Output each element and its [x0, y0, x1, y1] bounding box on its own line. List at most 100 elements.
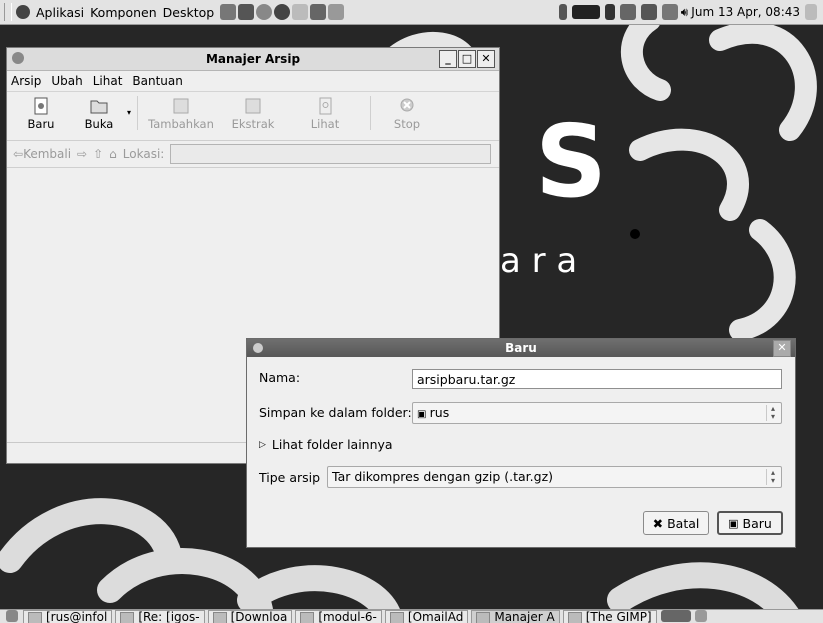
- task-downloads[interactable]: [Downloa: [207, 610, 293, 623]
- location-input[interactable]: [170, 144, 491, 164]
- gimp-icon: [567, 612, 582, 623]
- archive-type-combo[interactable]: Tar dikompres dengan gzip (.tar.gz) ▴ ▾: [327, 466, 782, 488]
- launcher-search-icon[interactable]: [220, 4, 237, 20]
- new-archive-label: Baru: [27, 117, 55, 131]
- name-input[interactable]: arsipbaru.tar.gz: [412, 369, 782, 389]
- task-archive-manager[interactable]: Manajer A: [471, 610, 560, 623]
- close-button[interactable]: ✕: [477, 50, 495, 68]
- task-terminal[interactable]: [rus@infol: [23, 610, 113, 623]
- task-modul[interactable]: [modul-6-: [295, 610, 382, 623]
- cancel-label: Batal: [667, 515, 700, 531]
- stop-label: Stop: [393, 117, 421, 131]
- menu-bantuan[interactable]: Bantuan: [132, 74, 182, 88]
- view-file-icon: [319, 97, 332, 115]
- add-files-icon: [173, 98, 189, 114]
- launcher-browser-icon[interactable]: [256, 4, 273, 20]
- archive-icon: [476, 612, 491, 623]
- toolbar-separator: [137, 96, 138, 130]
- task-omailad[interactable]: [OmailAd: [384, 610, 469, 623]
- task-label: [Re: [igos-: [138, 610, 200, 623]
- stop-button[interactable]: Stop: [379, 96, 435, 131]
- toolbar-separator: [370, 96, 371, 130]
- folder-combo-value: rus: [429, 405, 450, 420]
- menu-lihat[interactable]: Lihat: [93, 74, 123, 88]
- open-archive-label: Buka: [84, 117, 114, 131]
- create-button[interactable]: ▣ Baru: [717, 511, 783, 535]
- cpu-monitor-icon[interactable]: [604, 4, 615, 20]
- archive-type-value: Tar dikompres dengan gzip (.tar.gz): [332, 469, 554, 484]
- window-title: Manajer Arsip: [205, 52, 301, 66]
- workspace-switcher-icon[interactable]: [571, 5, 600, 19]
- window-icon: [389, 612, 404, 623]
- launcher-misc-icon[interactable]: [328, 4, 345, 20]
- cancel-button[interactable]: ✖ Batal: [643, 511, 709, 535]
- forward-arrow-icon[interactable]: ⇨: [77, 147, 87, 161]
- top-panel: Aplikasi Komponen Desktop 🔊︎ Jum 13 Apr,…: [0, 0, 823, 25]
- task-label: [rus@infol: [46, 610, 108, 623]
- archive-type-arrow-icon: ▴ ▾: [766, 469, 779, 485]
- document-icon: [300, 612, 315, 623]
- trash-icon[interactable]: [694, 610, 707, 622]
- task-label: [OmailAd: [407, 610, 464, 623]
- terminal-icon: [28, 612, 42, 623]
- show-desktop-button[interactable]: [6, 610, 18, 622]
- extract-label: Ekstrak: [231, 117, 275, 131]
- toolbar: Baru Buka ▾ Tambahkan Ekstrak Lihat Stop: [7, 92, 499, 141]
- up-arrow-icon[interactable]: ⇧: [93, 147, 103, 161]
- menu-desktop[interactable]: Desktop: [163, 5, 215, 20]
- folder-combo[interactable]: ▣ rus ▴ ▾: [412, 402, 782, 424]
- view-button[interactable]: Lihat: [290, 96, 360, 131]
- add-files-button[interactable]: Tambahkan: [146, 96, 216, 131]
- update-icon[interactable]: [661, 4, 678, 20]
- back-arrow-icon[interactable]: ⇦: [13, 147, 23, 161]
- maximize-button[interactable]: □: [458, 50, 476, 68]
- cancel-icon: ✖: [652, 515, 664, 531]
- dialog-title: Baru: [505, 341, 537, 355]
- task-email[interactable]: [Re: [igos-: [115, 610, 205, 623]
- view-label: Lihat: [310, 117, 340, 131]
- dialog-close-button[interactable]: ✕: [773, 340, 791, 357]
- task-gimp[interactable]: [The GIMP]: [562, 610, 657, 623]
- name-label: Nama:: [259, 370, 301, 385]
- new-archive-button[interactable]: Baru: [13, 96, 69, 131]
- window-titlebar[interactable]: Manajer Arsip _ □ ✕: [7, 48, 499, 71]
- open-recent-dropdown-icon[interactable]: ▾: [127, 108, 131, 117]
- add-files-label: Tambahkan: [148, 117, 214, 131]
- launcher-globe-icon[interactable]: [274, 4, 291, 20]
- panel-grip: [4, 3, 12, 21]
- display-icon[interactable]: [640, 4, 657, 20]
- other-folders-expander[interactable]: ▷ Lihat folder lainnya: [259, 437, 393, 452]
- open-archive-button[interactable]: Buka ▾: [71, 96, 131, 131]
- menu-arsip[interactable]: Arsip: [11, 74, 41, 88]
- menu-ubah[interactable]: Ubah: [51, 74, 82, 88]
- folder-combo-arrow-icon: ▴ ▾: [766, 405, 779, 421]
- expander-label: Lihat folder lainnya: [271, 437, 393, 452]
- workspace-pager-icon[interactable]: [660, 610, 691, 622]
- email-icon: [120, 612, 135, 623]
- applet-icon[interactable]: [558, 4, 567, 20]
- folder-combo-icon: ▣: [417, 409, 430, 420]
- minimize-button[interactable]: _: [439, 50, 457, 68]
- clock[interactable]: Jum 13 Apr, 08:43: [691, 5, 800, 19]
- task-label: Manajer A: [494, 610, 555, 623]
- home-icon[interactable]: ⌂: [109, 147, 117, 161]
- back-button[interactable]: Kembali: [23, 147, 71, 161]
- dialog-app-icon: [253, 343, 263, 353]
- launcher-gimp-icon[interactable]: [310, 4, 327, 20]
- task-label: [The GIMP]: [585, 610, 652, 623]
- launcher-editor-icon[interactable]: [292, 4, 309, 20]
- folder-open-icon: [90, 100, 108, 114]
- launcher-image-icon[interactable]: [238, 4, 255, 20]
- menu-komponen[interactable]: Komponen: [90, 5, 157, 20]
- location-label: Lokasi:: [122, 147, 165, 161]
- distro-logo-icon[interactable]: [16, 5, 30, 19]
- new-archive-small-icon: ▣: [728, 516, 739, 530]
- menu-aplikasi[interactable]: Aplikasi: [36, 5, 84, 20]
- menubar: Arsip Ubah Lihat Bantuan: [7, 71, 499, 92]
- archive-app-icon: [12, 52, 24, 64]
- extract-button[interactable]: Ekstrak: [218, 96, 288, 131]
- dialog-titlebar[interactable]: Baru ✕: [247, 339, 795, 357]
- show-desktop-icon[interactable]: [805, 4, 817, 20]
- volume-icon[interactable]: 🔊︎: [681, 5, 689, 20]
- network-icon[interactable]: [619, 4, 636, 20]
